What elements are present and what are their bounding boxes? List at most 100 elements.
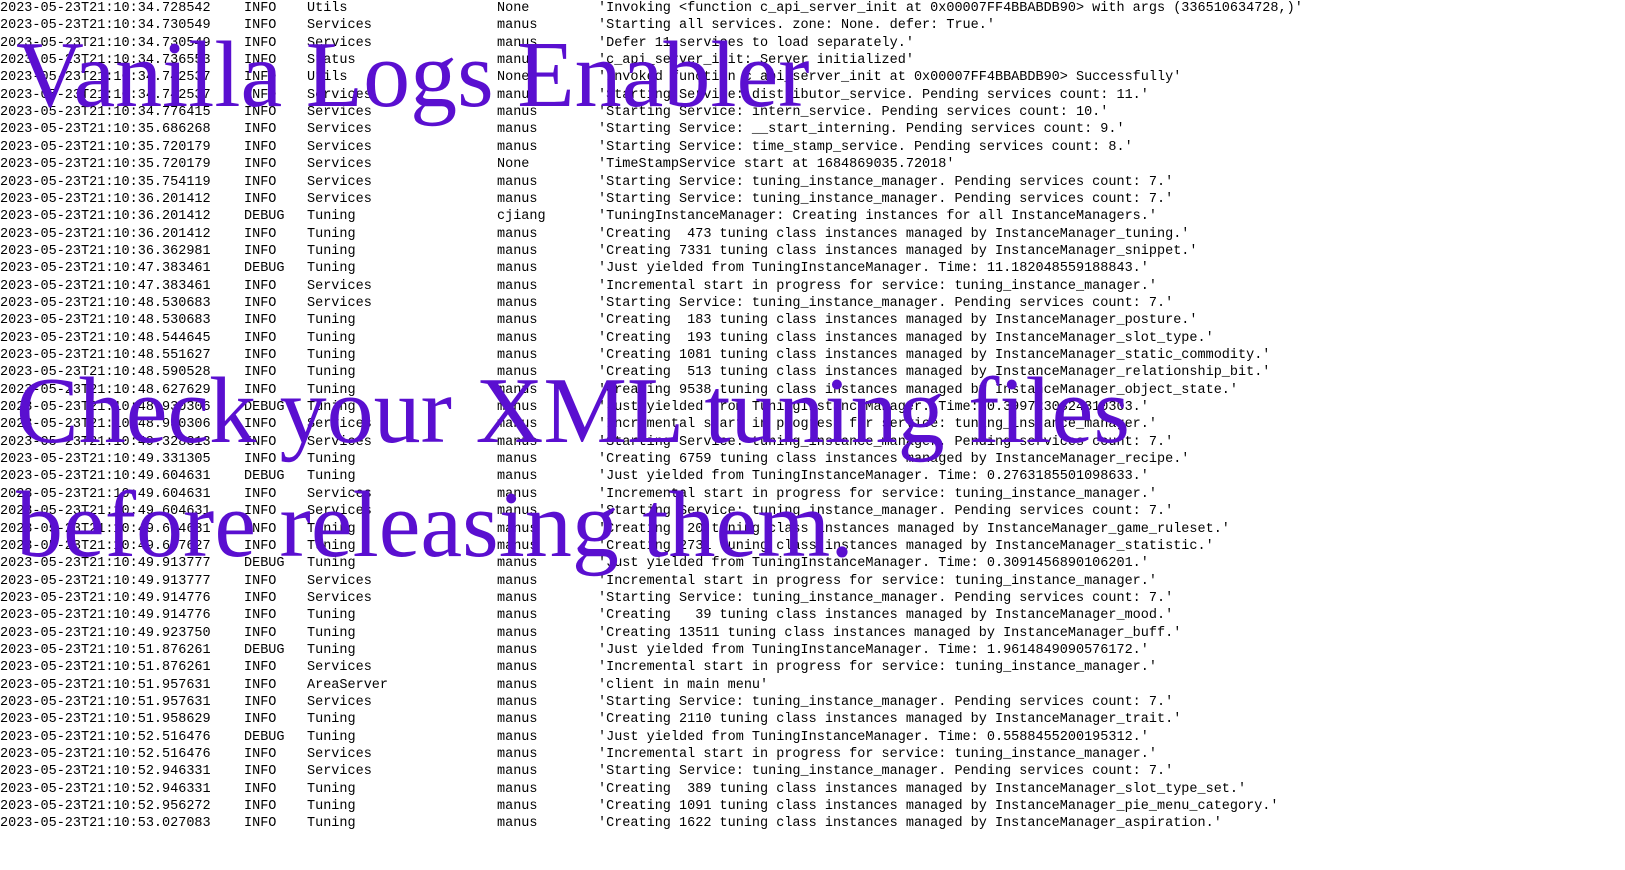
log-message: 'Creating 6759 tuning class instances ma… bbox=[598, 452, 1190, 468]
log-owner: manus bbox=[497, 469, 538, 485]
log-message: 'Starting Service: tuning_instance_manag… bbox=[598, 191, 1174, 207]
log-group: Services bbox=[307, 278, 372, 294]
log-message: 'Incremental start in progress for servi… bbox=[598, 486, 1157, 502]
log-owner: manus bbox=[497, 764, 538, 780]
log-group: Services bbox=[307, 87, 372, 103]
log-timestamp: 2023-05-23T21:10:47.383461 bbox=[0, 278, 211, 294]
log-level: INFO bbox=[244, 295, 277, 311]
log-message: 'Creating 513 tuning class instances man… bbox=[598, 365, 1271, 381]
log-owner: manus bbox=[497, 781, 538, 797]
log-message: 'Just yielded from TuningInstanceManager… bbox=[598, 261, 1149, 277]
log-level: INFO bbox=[244, 35, 277, 51]
log-level: INFO bbox=[244, 191, 277, 207]
log-group: Services bbox=[307, 764, 372, 780]
log-timestamp: 2023-05-23T21:10:36.201412 bbox=[0, 226, 211, 242]
log-owner: manus bbox=[497, 191, 538, 207]
log-message: 'Defer 11 services to load separately.' bbox=[598, 35, 914, 51]
log-level: INFO bbox=[244, 87, 277, 103]
log-owner: manus bbox=[497, 521, 538, 537]
log-owner: manus bbox=[497, 729, 538, 745]
log-timestamp: 2023-05-23T21:10:49.328313 bbox=[0, 434, 211, 450]
log-message: 'TuningInstanceManager: Creating instanc… bbox=[598, 209, 1157, 225]
log-level: DEBUG bbox=[244, 729, 285, 745]
log-timestamp: 2023-05-23T21:10:36.362981 bbox=[0, 243, 211, 259]
log-group: Services bbox=[307, 573, 372, 589]
log-level: INFO bbox=[244, 417, 277, 433]
log-group: Services bbox=[307, 139, 372, 155]
log-group: Tuning bbox=[307, 226, 356, 242]
log-timestamp: 2023-05-23T21:10:51.957631 bbox=[0, 695, 211, 710]
log-level: INFO bbox=[244, 747, 277, 763]
log-owner: manus bbox=[497, 53, 538, 69]
log-timestamp: 2023-05-23T21:10:36.201412 bbox=[0, 191, 211, 207]
log-owner: manus bbox=[497, 295, 538, 311]
log-message: 'Incremental start in progress for servi… bbox=[598, 417, 1157, 433]
log-message: 'Creating 1091 tuning class instances ma… bbox=[598, 799, 1279, 815]
log-group: Services bbox=[307, 295, 372, 311]
log-group: Services bbox=[307, 660, 372, 676]
log-message: 'Starting all services. zone: None. defe… bbox=[598, 18, 995, 34]
log-group: Services bbox=[307, 105, 372, 121]
log-level: INFO bbox=[244, 330, 277, 346]
log-level: INFO bbox=[244, 157, 277, 173]
log-timestamp: 2023-05-23T21:10:52.516476 bbox=[0, 729, 211, 745]
log-timestamp: 2023-05-23T21:10:49.604631 bbox=[0, 504, 211, 520]
log-group: Tuning bbox=[307, 538, 356, 554]
log-level: INFO bbox=[244, 677, 277, 693]
log-group: Tuning bbox=[307, 521, 356, 537]
log-owner: manus bbox=[497, 139, 538, 155]
log-message: 'Creating 20 tuning class instances mana… bbox=[598, 521, 1230, 537]
log-owner: manus bbox=[497, 348, 538, 363]
log-timestamp: 2023-05-23T21:10:34.730549 bbox=[0, 18, 211, 34]
log-level: DEBUG bbox=[244, 209, 285, 225]
log-group: Tuning bbox=[307, 348, 356, 363]
log-timestamp: 2023-05-23T21:10:49.607627 bbox=[0, 538, 211, 554]
log-message: 'Just yielded from TuningInstanceManager… bbox=[598, 400, 1149, 416]
log-timestamp: 2023-05-23T21:10:34.742537 bbox=[0, 87, 211, 103]
log-message: 'Creating 193 tuning class instances man… bbox=[598, 330, 1214, 346]
log-group: Services bbox=[307, 191, 372, 207]
log-owner: manus bbox=[497, 365, 538, 381]
log-level: INFO bbox=[244, 590, 277, 606]
log-message: 'Incremental start in progress for servi… bbox=[598, 278, 1157, 294]
log-level: DEBUG bbox=[244, 556, 285, 572]
log-owner: manus bbox=[497, 712, 538, 728]
log-message: 'Invoking <function c_api_server_init at… bbox=[598, 1, 1303, 16]
log-message: 'Starting Service: tuning_instance_manag… bbox=[598, 590, 1174, 606]
log-group: Services bbox=[307, 174, 372, 190]
log-message: 'Creating 473 tuning class instances man… bbox=[598, 226, 1190, 242]
log-message: 'client in main menu' bbox=[598, 677, 769, 693]
log-owner: manus bbox=[497, 226, 538, 242]
log-timestamp: 2023-05-23T21:10:49.604631 bbox=[0, 486, 211, 502]
log-owner: manus bbox=[497, 122, 538, 138]
log-level: INFO bbox=[244, 608, 277, 624]
log-group: Tuning bbox=[307, 556, 356, 572]
log-group: Services bbox=[307, 590, 372, 606]
log-group: Services bbox=[307, 747, 372, 763]
log-message: 'Creating 39 tuning class instances mana… bbox=[598, 608, 1174, 624]
log-group: Tuning bbox=[307, 799, 356, 815]
log-level: INFO bbox=[244, 452, 277, 468]
log-owner: manus bbox=[497, 382, 538, 398]
log-owner: manus bbox=[497, 174, 538, 190]
log-owner: manus bbox=[497, 35, 538, 51]
log-owner: cjiang bbox=[497, 209, 546, 225]
log-timestamp: 2023-05-23T21:10:48.530683 bbox=[0, 313, 211, 329]
log-group: Status bbox=[307, 53, 356, 69]
log-message: 'Starting Service: intern_service. Pendi… bbox=[598, 105, 1109, 121]
log-level: INFO bbox=[244, 816, 277, 832]
log-group: Tuning bbox=[307, 781, 356, 797]
log-group: Tuning bbox=[307, 608, 356, 624]
log-message: 'Creating 2110 tuning class instances ma… bbox=[598, 712, 1182, 728]
log-owner: manus bbox=[497, 608, 538, 624]
log-owner: manus bbox=[497, 695, 538, 710]
log-owner: manus bbox=[497, 434, 538, 450]
log-owner: manus bbox=[497, 452, 538, 468]
log-message: 'Starting Service: __start_interning. Pe… bbox=[598, 122, 1125, 138]
log-group: Tuning bbox=[307, 243, 356, 259]
log-timestamp: 2023-05-23T21:10:49.604631 bbox=[0, 521, 211, 537]
log-timestamp: 2023-05-23T21:10:51.876261 bbox=[0, 660, 211, 676]
log-message: 'Starting Service: tuning_instance_manag… bbox=[598, 695, 1174, 710]
log-timestamp: 2023-05-23T21:10:49.331305 bbox=[0, 452, 211, 468]
log-level: DEBUG bbox=[244, 261, 285, 277]
